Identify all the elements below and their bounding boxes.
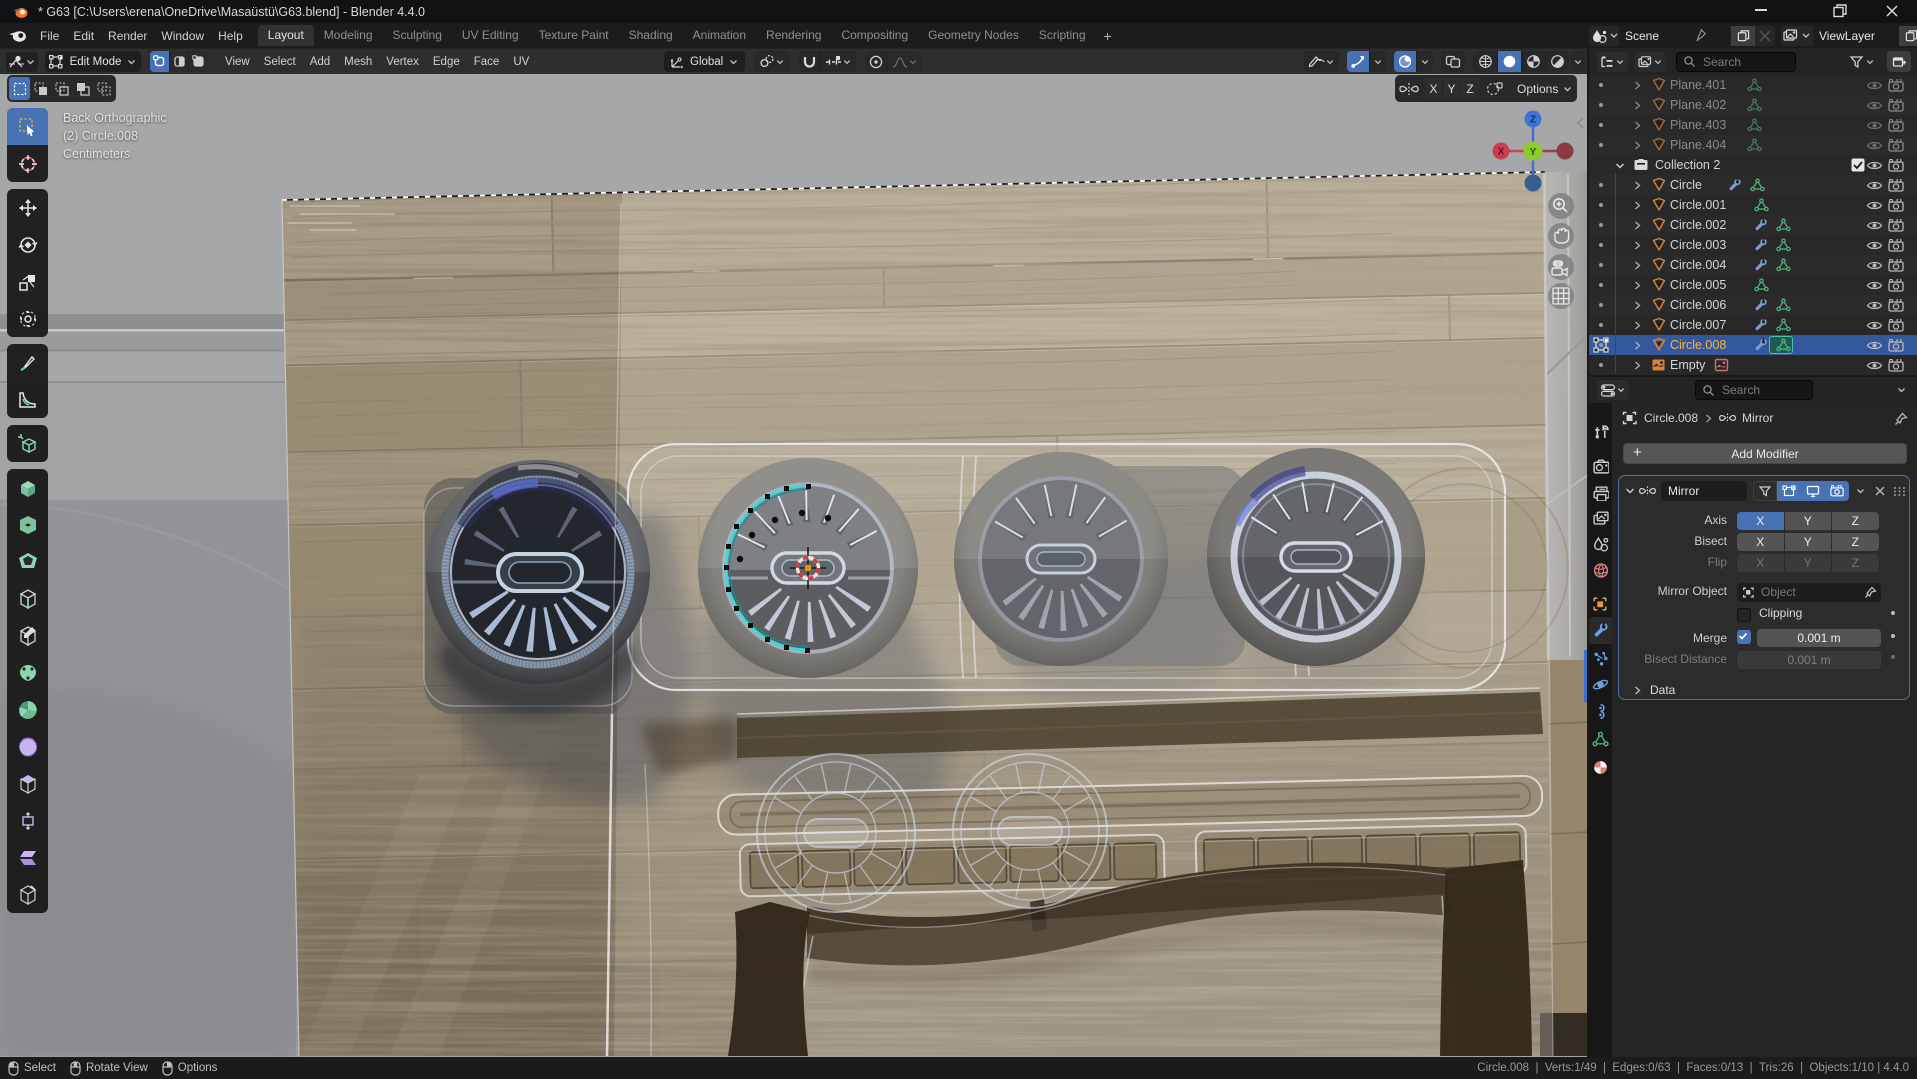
svg-text:Y: Y — [1529, 146, 1536, 158]
svg-text:X: X — [1498, 147, 1505, 158]
svg-text:Z: Z — [1530, 115, 1536, 126]
